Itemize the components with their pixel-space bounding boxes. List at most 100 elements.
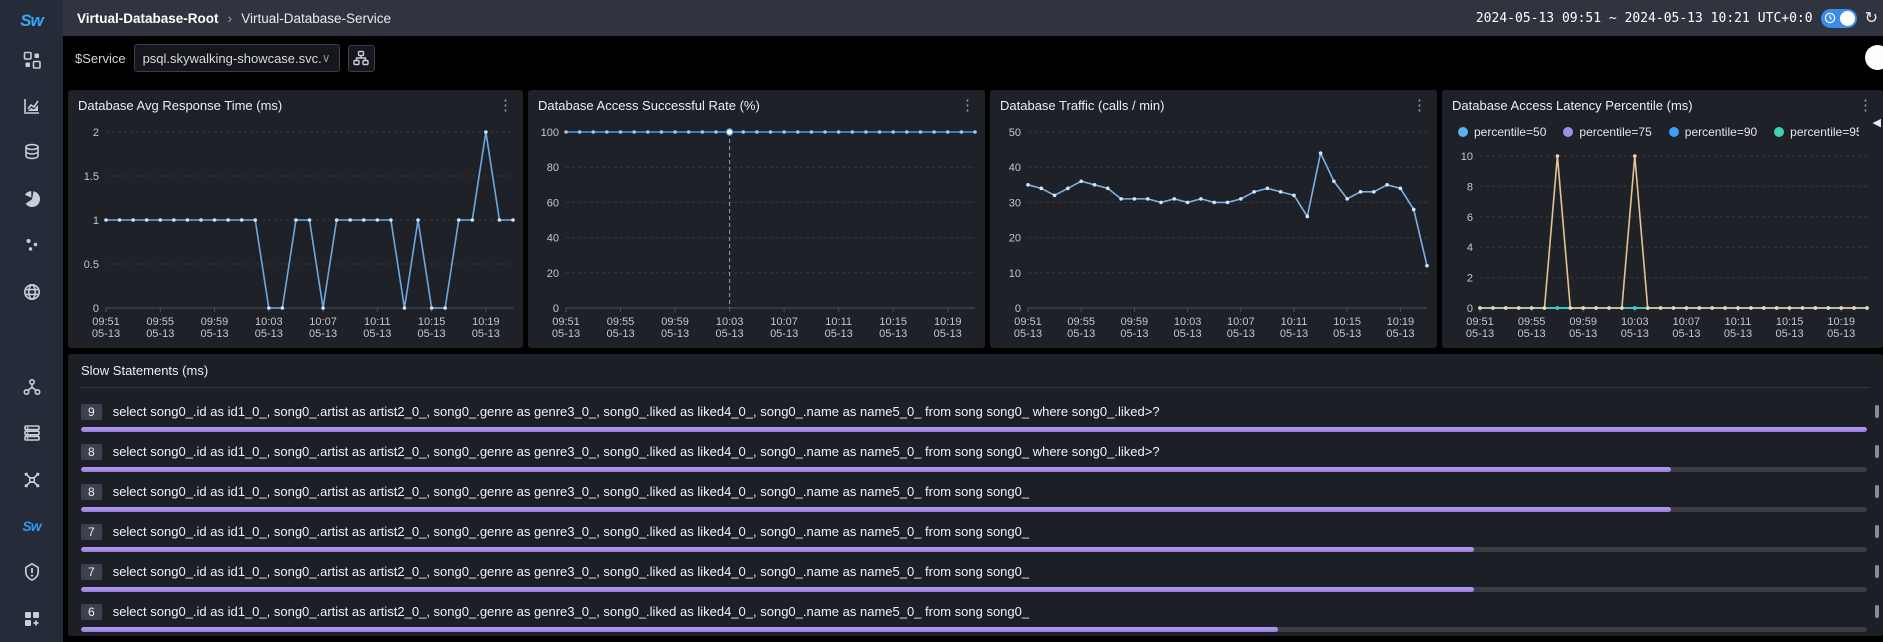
row-scrollbar-thumb[interactable] xyxy=(1875,405,1879,418)
legend-item[interactable]: percentile=95 xyxy=(1774,125,1859,139)
row-scrollbar-thumb[interactable] xyxy=(1875,445,1879,458)
latency-badge: 7 xyxy=(81,564,102,580)
sidebar-item-topology[interactable] xyxy=(0,364,63,410)
breadcrumb-root[interactable]: Virtual-Database-Root xyxy=(77,11,219,26)
toggle-knob xyxy=(1840,11,1855,26)
legend-label: percentile=75 xyxy=(1579,125,1651,139)
svg-text:05-13: 05-13 xyxy=(1386,328,1414,340)
sql-statement-text[interactable]: select song0_.id as id1_0_, song0_.artis… xyxy=(113,404,1870,419)
svg-text:09:59: 09:59 xyxy=(201,316,229,328)
sql-statement-text[interactable]: select song0_.id as id1_0_, song0_.artis… xyxy=(113,444,1870,459)
svg-text:10:03: 10:03 xyxy=(716,316,744,328)
svg-text:0: 0 xyxy=(1467,303,1473,315)
sidebar-item-charts[interactable] xyxy=(0,83,63,129)
row-scrollbar-thumb[interactable] xyxy=(1875,485,1879,498)
panel-successful-rate: Database Access Successful Rate (%) ⋮ 02… xyxy=(528,90,985,348)
sidebar-item-skywalking-active[interactable]: Sw xyxy=(0,503,63,549)
svg-text:30: 30 xyxy=(1009,197,1021,209)
kebab-menu-icon[interactable]: ⋮ xyxy=(1858,98,1873,113)
svg-text:10:07: 10:07 xyxy=(1673,316,1701,328)
sidebar-item-browser[interactable] xyxy=(0,268,63,314)
legend-item[interactable]: percentile=75 xyxy=(1563,125,1651,139)
service-select[interactable]: psql.skywalking-showcase.svc. ∨ xyxy=(134,44,340,72)
traffic-chart[interactable]: 0102030405009:5105-1309:5505-1309:5905-1… xyxy=(990,120,1437,344)
panel-title: Database Avg Response Time (ms) xyxy=(78,98,282,113)
legend-label: percentile=90 xyxy=(1685,125,1757,139)
refresh-icon[interactable]: ↻ xyxy=(1865,8,1878,28)
svg-text:05-13: 05-13 xyxy=(1174,328,1202,340)
latency-percentile-chart[interactable]: 024681009:5105-1309:5505-1309:5905-1310:… xyxy=(1442,144,1877,344)
svg-text:05-13: 05-13 xyxy=(418,328,446,340)
svg-text:05-13: 05-13 xyxy=(1014,328,1042,340)
globe-icon xyxy=(22,282,42,302)
sidebar-item-endpoints[interactable] xyxy=(0,222,63,268)
kebab-menu-icon[interactable]: ⋮ xyxy=(1412,98,1427,113)
sidebar-item-network[interactable] xyxy=(0,457,63,503)
skywalking-active-icon: Sw xyxy=(22,518,40,534)
clock-icon xyxy=(1824,12,1836,24)
legend-item[interactable]: percentile=50 xyxy=(1458,125,1546,139)
sidebar-item-dashboard[interactable] xyxy=(0,37,63,83)
successful-rate-chart[interactable]: 02040608010009:5105-1309:5505-1309:5905-… xyxy=(528,120,985,344)
row-scrollbar-thumb[interactable] xyxy=(1875,565,1879,578)
latency-bar-fill xyxy=(81,547,1474,552)
avg-response-time-chart[interactable]: 00.511.5209:5105-1309:5505-1309:5905-131… xyxy=(68,120,523,344)
svg-text:05-13: 05-13 xyxy=(1776,328,1804,340)
sidebar-item-server-list[interactable] xyxy=(0,410,63,456)
svg-text:09:59: 09:59 xyxy=(1121,316,1149,328)
slow-statements-list: 9 select song0_.id as id1_0_, song0_.art… xyxy=(81,388,1870,636)
svg-text:09:55: 09:55 xyxy=(147,316,175,328)
sidebar-item-pie[interactable] xyxy=(0,176,63,222)
svg-text:4: 4 xyxy=(1467,242,1473,254)
legend-dot-icon xyxy=(1669,127,1679,137)
svg-text:05-13: 05-13 xyxy=(661,328,689,340)
svg-text:10:15: 10:15 xyxy=(1333,316,1361,328)
sidebar-item-alerts[interactable] xyxy=(0,549,63,595)
edit-mode-toggle[interactable] xyxy=(1865,45,1883,70)
kebab-menu-icon[interactable]: ⋮ xyxy=(498,98,513,113)
sql-statement-text[interactable]: select song0_.id as id1_0_, song0_.artis… xyxy=(113,604,1870,619)
breadcrumb-leaf[interactable]: Virtual-Database-Service xyxy=(241,11,391,26)
top-bar: Virtual-Database-Root › Virtual-Database… xyxy=(63,0,1883,36)
svg-text:05-13: 05-13 xyxy=(255,328,283,340)
database-icon xyxy=(22,142,42,162)
auto-refresh-toggle[interactable] xyxy=(1821,9,1857,28)
svg-text:05-13: 05-13 xyxy=(606,328,634,340)
chevron-down-icon: ∨ xyxy=(322,51,331,65)
latency-badge: 6 xyxy=(81,604,102,620)
svg-text:05-13: 05-13 xyxy=(363,328,391,340)
svg-text:05-13: 05-13 xyxy=(1827,328,1855,340)
time-range-value[interactable]: 2024-05-13 09:51 ~ 2024-05-13 10:21 xyxy=(1476,11,1750,26)
svg-text:6: 6 xyxy=(1467,212,1473,224)
row-scrollbar-thumb[interactable] xyxy=(1875,525,1879,538)
latency-badge: 9 xyxy=(81,404,102,420)
sql-statement-text[interactable]: select song0_.id as id1_0_, song0_.artis… xyxy=(113,564,1870,579)
svg-text:10: 10 xyxy=(1009,268,1021,280)
legend-prev-icon[interactable]: ◀ xyxy=(1873,116,1881,129)
legend-item[interactable]: percentile=90 xyxy=(1669,125,1757,139)
slow-statement-row: 7 select song0_.id as id1_0_, song0_.art… xyxy=(81,522,1870,552)
panel-title: Database Access Latency Percentile (ms) xyxy=(1452,98,1693,113)
svg-text:1: 1 xyxy=(93,215,99,227)
kebab-menu-icon[interactable]: ⋮ xyxy=(960,98,975,113)
legend-dot-icon xyxy=(1458,127,1468,137)
svg-text:10:03: 10:03 xyxy=(1174,316,1202,328)
latency-bar-track xyxy=(81,587,1867,592)
svg-text:05-13: 05-13 xyxy=(309,328,337,340)
filter-bar: $Service psql.skywalking-showcase.svc. ∨ xyxy=(63,36,1883,80)
svg-text:40: 40 xyxy=(547,233,559,245)
svg-text:10:19: 10:19 xyxy=(1827,316,1855,328)
panel-title: Database Traffic (calls / min) xyxy=(1000,98,1164,113)
sidebar-item-database[interactable] xyxy=(0,129,63,175)
row-scrollbar-thumb[interactable] xyxy=(1875,605,1879,618)
sidebar-item-add-widget[interactable] xyxy=(0,596,63,642)
service-hierarchy-button[interactable] xyxy=(348,45,375,72)
svg-text:40: 40 xyxy=(1009,162,1021,174)
shield-alert-icon xyxy=(22,562,42,582)
sql-statement-text[interactable]: select song0_.id as id1_0_, song0_.artis… xyxy=(113,484,1870,499)
svg-text:05-13: 05-13 xyxy=(1227,328,1255,340)
sql-statement-text[interactable]: select song0_.id as id1_0_, song0_.artis… xyxy=(113,524,1870,539)
legend-dot-icon xyxy=(1774,127,1784,137)
svg-text:8: 8 xyxy=(1467,181,1473,193)
skywalking-logo: Sw xyxy=(20,5,43,37)
